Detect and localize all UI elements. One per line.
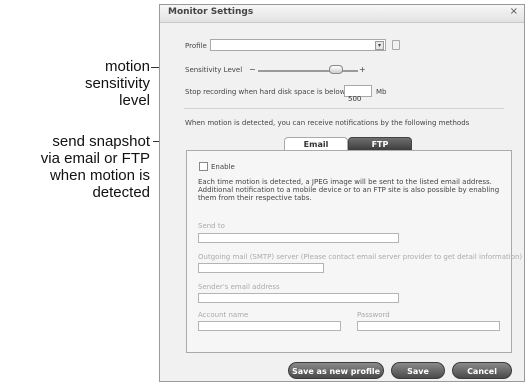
sensitivity-plus: + <box>359 65 366 74</box>
password-field[interactable] <box>357 321 500 331</box>
enable-checkbox[interactable] <box>199 162 208 171</box>
cancel-button[interactable]: Cancel <box>452 362 512 379</box>
callout-line-3: when motion is <box>49 167 150 184</box>
notify-methods-text: When motion is detected, you can receive… <box>185 119 470 127</box>
email-panel: Enable Each time motion is detected, a J… <box>186 150 522 353</box>
sensitivity-slider-track[interactable] <box>258 70 358 72</box>
disk-space-value: 500 <box>348 95 362 103</box>
send-to-field[interactable] <box>198 233 399 243</box>
profile-select[interactable]: ▾ <box>210 39 386 51</box>
send-to-label: Send to <box>198 222 225 230</box>
close-icon[interactable]: × <box>510 6 518 17</box>
dropdown-arrow-icon[interactable]: ▾ <box>375 41 384 50</box>
sensitivity-slider-knob[interactable] <box>329 65 343 74</box>
password-label: Password <box>357 311 390 319</box>
callout-line-2: via email or FTP <box>40 150 150 167</box>
save-button[interactable]: Save <box>391 362 445 379</box>
profile-label: Profile <box>185 42 207 50</box>
divider <box>184 108 504 109</box>
sender-email-field[interactable] <box>198 293 399 303</box>
disk-space-label: Stop recording when hard disk space is b… <box>185 88 346 96</box>
callout-line-4: detected <box>92 184 150 201</box>
dialog-titlebar: Monitor Settings × <box>160 5 524 23</box>
profile-value <box>211 49 213 57</box>
sensitivity-minus: − <box>249 65 256 74</box>
callout-line-1: send snapshot <box>52 133 150 150</box>
dialog-title: Monitor Settings <box>168 7 254 17</box>
smtp-server-label: Outgoing mail (SMTP) server (Please cont… <box>198 253 523 261</box>
callout-line-1: motion <box>104 58 150 75</box>
sensitivity-label: Sensitivity Level <box>185 66 243 74</box>
tab-ftp[interactable]: FTP <box>348 137 412 151</box>
monitor-settings-dialog: Monitor Settings × Profile ▾ Sensitivity… <box>159 4 525 382</box>
callout-motion-sensitivity: motion sensitivity level <box>85 58 150 109</box>
email-description: Each time motion is detected, a JPEG ima… <box>198 178 500 202</box>
disk-unit-label: Mb <box>376 88 387 96</box>
trash-icon[interactable] <box>392 40 400 50</box>
callout-send-snapshot: send snapshot via email or FTP when moti… <box>41 133 150 201</box>
smtp-server-field[interactable] <box>198 263 324 273</box>
callout-line-3: level <box>119 92 150 109</box>
disk-space-input[interactable]: 500 <box>344 85 372 103</box>
callout-line-2: sensitivity <box>84 75 150 92</box>
sender-email-label: Sender's email address <box>198 283 280 291</box>
enable-label: Enable <box>211 163 235 171</box>
save-as-new-profile-button[interactable]: Save as new profile <box>288 362 384 379</box>
account-name-label: Account name <box>198 311 249 319</box>
tab-email[interactable]: Email <box>284 137 348 151</box>
account-name-field[interactable] <box>198 321 341 331</box>
